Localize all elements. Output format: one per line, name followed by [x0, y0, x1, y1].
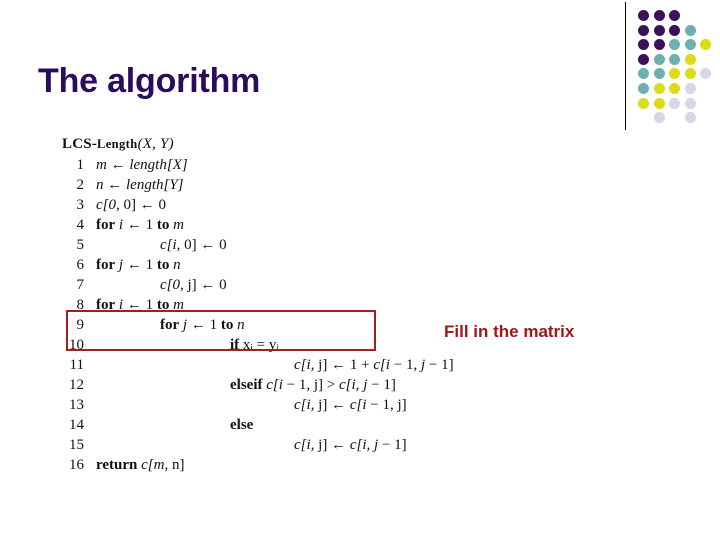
page-title: The algorithm — [38, 62, 261, 100]
pseudocode-line: 11 c[i, j] ← 1 + c[i − 1, j − 1] — [62, 355, 532, 375]
decor-dot — [638, 39, 649, 51]
pseudocode-lines: 1 m ← length[X] 2 n ← length[Y] 3 c[0, 0] ← 0… — [62, 155, 532, 475]
pseudocode-line: 13 c[i, j] ← c[i − 1, j] — [62, 395, 532, 415]
decor-dot — [653, 39, 665, 51]
decor-dot — [638, 83, 649, 94]
algorithm-params: (X, Y) — [137, 136, 174, 152]
line-statement: m ← length[X] — [96, 157, 188, 173]
line-number: 15 — [69, 437, 84, 453]
line-statement: c[0, j] ← 0 — [160, 277, 227, 293]
line-statement: for i ← 1 to m — [96, 297, 184, 313]
pseudocode-line: 2 n ← length[Y] — [62, 175, 532, 195]
decor-dot — [669, 68, 680, 80]
line-statement: c[i, j] ← 1 + c[i − 1, j − 1] — [294, 357, 454, 373]
line-number: 10 — [69, 337, 84, 353]
line-number: 5 — [76, 237, 85, 253]
line-statement: c[i, j] ← c[i, j − 1] — [294, 437, 407, 453]
decor-dot — [653, 112, 665, 124]
decor-dot — [638, 68, 649, 80]
decor-dot — [653, 83, 665, 94]
decor-dot — [684, 24, 696, 36]
dot-grid-motif — [622, 0, 720, 132]
decor-dot — [638, 53, 649, 65]
line-statement: c[i, 0] ← 0 — [160, 237, 227, 253]
line-statement: return c[m, n] — [96, 457, 185, 473]
decor-dot — [638, 24, 649, 36]
pseudocode-line: 6 for j ← 1 to n — [62, 255, 532, 275]
line-number: 6 — [76, 257, 85, 273]
line-number: 11 — [69, 357, 84, 373]
line-statement: for j ← 1 to n — [96, 257, 181, 273]
line-statement: c[0, 0] ← 0 — [96, 197, 166, 213]
line-number: 1 — [76, 157, 85, 173]
line-statement: n ← length[Y] — [96, 177, 184, 193]
decor-dot — [653, 10, 665, 21]
line-number: 8 — [76, 297, 85, 313]
decor-dot — [669, 24, 680, 36]
line-number: 2 — [76, 177, 85, 193]
pseudocode-line: 5 c[i, 0] ← 0 — [62, 235, 532, 255]
decor-dot — [669, 83, 680, 94]
algorithm-signature: LCS-Length(X, Y) — [62, 136, 532, 153]
algorithm-name-smallcaps: Length — [96, 137, 138, 151]
algorithm-name-main: LCS- — [62, 136, 97, 152]
decor-dot — [684, 112, 696, 124]
line-statement: elseif c[i − 1, j] > c[i, j − 1] — [230, 377, 396, 393]
line-statement: else — [230, 417, 254, 433]
decor-dot — [653, 24, 665, 36]
pseudocode-line: 7 c[0, j] ← 0 — [62, 275, 532, 295]
decor-dot — [700, 39, 711, 51]
line-number: 13 — [69, 397, 84, 413]
line-number: 12 — [69, 377, 84, 393]
line-statement: for i ← 1 to m — [96, 217, 184, 233]
decor-dot — [700, 68, 711, 80]
line-statement: c[i, j] ← c[i − 1, j] — [294, 397, 407, 413]
decor-dot — [684, 53, 696, 65]
decor-dot — [669, 10, 680, 21]
line-statement: for j ← 1 to n — [160, 317, 245, 333]
line-number: 16 — [69, 457, 84, 473]
slide-canvas: The algorithm LCS-Length(X, Y) 1 m ← leng… — [0, 0, 720, 540]
decor-dot — [684, 39, 696, 51]
decor-dot — [638, 10, 649, 21]
line-statement: if xᵢ = yᵢ — [230, 337, 279, 353]
decor-dot — [653, 68, 665, 80]
line-number: 3 — [76, 197, 85, 213]
line-number: 9 — [76, 317, 85, 333]
pseudocode-block: LCS-Length(X, Y) 1 m ← length[X] 2 n ← leng… — [62, 136, 532, 475]
callout-fill-in-the-matrix: Fill in the matrix — [444, 322, 575, 341]
decor-dot — [653, 97, 665, 109]
decor-dot — [669, 39, 680, 51]
pseudocode-line: 14 else — [62, 415, 532, 435]
decor-dot — [684, 83, 696, 94]
pseudocode-line: 3 c[0, 0] ← 0 — [62, 195, 532, 215]
pseudocode-line: 16 return c[m, n] — [62, 455, 532, 475]
pseudocode-line: 4 for i ← 1 to m — [62, 215, 532, 235]
pseudocode-line: 12 elseif c[i − 1, j] > c[i, j − 1] — [62, 375, 532, 395]
decor-dot — [653, 53, 665, 65]
pseudocode-line: 1 m ← length[X] — [62, 155, 532, 175]
vertical-rule — [625, 2, 626, 130]
line-number: 4 — [76, 217, 85, 233]
line-number: 14 — [69, 417, 84, 433]
decor-dot — [638, 97, 649, 109]
decor-dot — [684, 97, 696, 109]
decor-dot — [669, 53, 680, 65]
decor-dot — [684, 68, 696, 80]
pseudocode-line: 15 c[i, j] ← c[i, j − 1] — [62, 435, 532, 455]
pseudocode-line: 8 for i ← 1 to m — [62, 295, 532, 315]
decor-dot — [669, 97, 680, 109]
line-number: 7 — [76, 277, 85, 293]
